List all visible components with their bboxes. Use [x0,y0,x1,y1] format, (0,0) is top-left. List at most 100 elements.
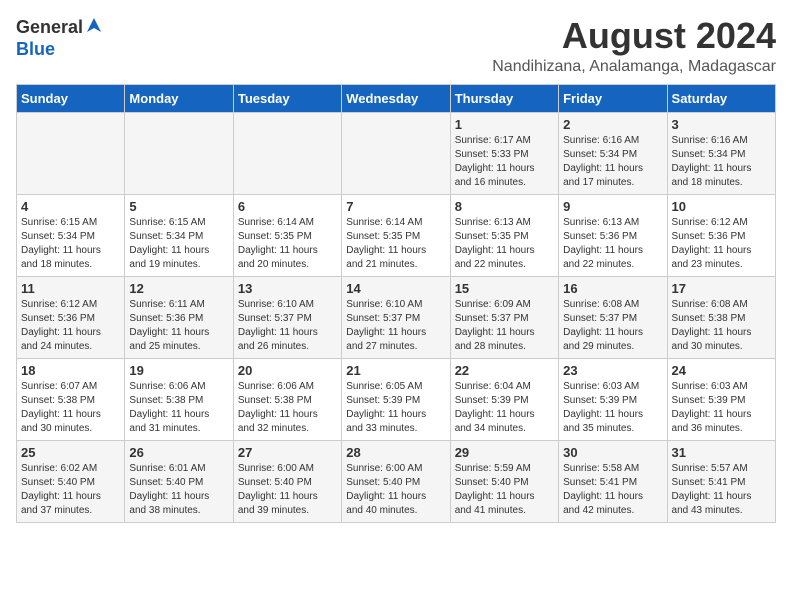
day-info: Sunrise: 6:02 AM Sunset: 5:40 PM Dayligh… [21,462,120,518]
calendar-cell: 22Sunrise: 6:04 AM Sunset: 5:39 PM Dayli… [450,358,558,440]
day-info: Sunrise: 6:12 AM Sunset: 5:36 PM Dayligh… [21,298,120,354]
day-info: Sunrise: 6:03 AM Sunset: 5:39 PM Dayligh… [672,380,771,436]
calendar-table: SundayMondayTuesdayWednesdayThursdayFrid… [16,84,776,523]
header-tuesday: Tuesday [233,84,341,112]
day-number: 4 [21,199,120,214]
day-number: 20 [238,363,337,378]
calendar-cell [125,112,233,194]
calendar-cell: 9 Sunrise: 6:13 AM Sunset: 5:36 PM Daylig… [559,194,667,276]
calendar-cell: 27 Sunrise: 6:00 AM Sunset: 5:40 PM Dayli… [233,440,341,522]
day-info: Sunrise: 6:08 AM Sunset: 5:38 PM Dayligh… [672,298,771,354]
day-info: Sunrise: 6:07 AM Sunset: 5:38 PM Dayligh… [21,380,120,436]
calendar-cell [17,112,125,194]
page-subtitle: Nandihizana, Analamanga, Madagascar [492,58,776,76]
calendar-cell: 4 Sunrise: 6:15 AM Sunset: 5:34 PM Daylig… [17,194,125,276]
day-number: 15 [455,281,554,296]
day-info: Sunrise: 6:01 AM Sunset: 5:40 PM Dayligh… [129,462,228,518]
day-number: 1 [455,117,554,132]
calendar-cell: 15 Sunrise: 6:09 AM Sunset: 5:37 PM Dayli… [450,276,558,358]
calendar-cell: 26 Sunrise: 6:01 AM Sunset: 5:40 PM Dayli… [125,440,233,522]
day-info: Sunrise: 6:11 AM Sunset: 5:36 PM Dayligh… [129,298,228,354]
header-sunday: Sunday [17,84,125,112]
calendar-cell: 5Sunrise: 6:15 AM Sunset: 5:34 PM Daylig… [125,194,233,276]
calendar-header-row: SundayMondayTuesdayWednesdayThursdayFrid… [17,84,776,112]
day-number: 25 [21,445,120,460]
calendar-cell: 7 Sunrise: 6:14 AM Sunset: 5:35 PM Daylig… [342,194,450,276]
day-info: Sunrise: 6:03 AM Sunset: 5:39 PM Dayligh… [563,380,662,436]
day-number: 3 [672,117,771,132]
day-info: Sunrise: 6:16 AM Sunset: 5:34 PM Dayligh… [563,134,662,190]
calendar-cell: 1 Sunrise: 6:17 AM Sunset: 5:33 PM Daylig… [450,112,558,194]
day-info: Sunrise: 6:13 AM Sunset: 5:35 PM Dayligh… [455,216,554,272]
day-number: 5 [129,199,228,214]
header-thursday: Thursday [450,84,558,112]
day-info: Sunrise: 5:57 AM Sunset: 5:41 PM Dayligh… [672,462,771,518]
day-info: Sunrise: 6:05 AM Sunset: 5:39 PM Dayligh… [346,380,445,436]
calendar-cell: 23 Sunrise: 6:03 AM Sunset: 5:39 PM Dayli… [559,358,667,440]
day-number: 21 [346,363,445,378]
day-info: Sunrise: 6:15 AM Sunset: 5:34 PM Dayligh… [21,216,120,272]
logo-general-text: General [16,17,83,38]
day-number: 2 [563,117,662,132]
header-friday: Friday [559,84,667,112]
calendar-cell: 2 Sunrise: 6:16 AM Sunset: 5:34 PM Daylig… [559,112,667,194]
day-info: Sunrise: 6:08 AM Sunset: 5:37 PM Dayligh… [563,298,662,354]
day-info: Sunrise: 6:00 AM Sunset: 5:40 PM Dayligh… [238,462,337,518]
day-number: 23 [563,363,662,378]
calendar-week-row: 1 Sunrise: 6:17 AM Sunset: 5:33 PM Daylig… [17,112,776,194]
calendar-cell [233,112,341,194]
calendar-cell: 21 Sunrise: 6:05 AM Sunset: 5:39 PM Dayli… [342,358,450,440]
day-info: Sunrise: 6:09 AM Sunset: 5:37 PM Dayligh… [455,298,554,354]
day-info: Sunrise: 6:04 AM Sunset: 5:39 PM Dayligh… [455,380,554,436]
calendar-cell: 29 Sunrise: 5:59 AM Sunset: 5:40 PM Dayli… [450,440,558,522]
header-monday: Monday [125,84,233,112]
calendar-cell: 12 Sunrise: 6:11 AM Sunset: 5:36 PM Dayli… [125,276,233,358]
calendar-cell: 10 Sunrise: 6:12 AM Sunset: 5:36 PM Dayli… [667,194,775,276]
day-number: 27 [238,445,337,460]
calendar-cell: 16 Sunrise: 6:08 AM Sunset: 5:37 PM Dayli… [559,276,667,358]
calendar-cell: 13Sunrise: 6:10 AM Sunset: 5:37 PM Dayli… [233,276,341,358]
calendar-week-row: 18 Sunrise: 6:07 AM Sunset: 5:38 PM Dayli… [17,358,776,440]
day-number: 16 [563,281,662,296]
logo-blue-text: Blue [16,39,55,59]
day-info: Sunrise: 6:13 AM Sunset: 5:36 PM Dayligh… [563,216,662,272]
day-number: 28 [346,445,445,460]
day-number: 29 [455,445,554,460]
day-number: 10 [672,199,771,214]
header-saturday: Saturday [667,84,775,112]
header-wednesday: Wednesday [342,84,450,112]
calendar-cell: 14 Sunrise: 6:10 AM Sunset: 5:37 PM Dayli… [342,276,450,358]
day-number: 14 [346,281,445,296]
calendar-cell: 11Sunrise: 6:12 AM Sunset: 5:36 PM Dayli… [17,276,125,358]
day-number: 7 [346,199,445,214]
logo-bird-icon [85,16,103,34]
day-number: 13 [238,281,337,296]
calendar-week-row: 25 Sunrise: 6:02 AM Sunset: 5:40 PM Dayli… [17,440,776,522]
day-info: Sunrise: 6:17 AM Sunset: 5:33 PM Dayligh… [455,134,554,190]
day-number: 8 [455,199,554,214]
day-info: Sunrise: 6:10 AM Sunset: 5:37 PM Dayligh… [346,298,445,354]
day-info: Sunrise: 6:14 AM Sunset: 5:35 PM Dayligh… [238,216,337,272]
logo: General Blue [16,16,105,60]
calendar-cell [342,112,450,194]
day-number: 9 [563,199,662,214]
day-info: Sunrise: 6:14 AM Sunset: 5:35 PM Dayligh… [346,216,445,272]
calendar-cell: 18 Sunrise: 6:07 AM Sunset: 5:38 PM Dayli… [17,358,125,440]
calendar-cell: 31 Sunrise: 5:57 AM Sunset: 5:41 PM Dayli… [667,440,775,522]
day-number: 18 [21,363,120,378]
day-info: Sunrise: 6:12 AM Sunset: 5:36 PM Dayligh… [672,216,771,272]
calendar-cell: 28 Sunrise: 6:00 AM Sunset: 5:40 PM Dayli… [342,440,450,522]
day-number: 26 [129,445,228,460]
day-info: Sunrise: 6:06 AM Sunset: 5:38 PM Dayligh… [129,380,228,436]
calendar-cell: 17Sunrise: 6:08 AM Sunset: 5:38 PM Dayli… [667,276,775,358]
day-info: Sunrise: 6:00 AM Sunset: 5:40 PM Dayligh… [346,462,445,518]
calendar-cell: 19Sunrise: 6:06 AM Sunset: 5:38 PM Dayli… [125,358,233,440]
day-info: Sunrise: 5:58 AM Sunset: 5:41 PM Dayligh… [563,462,662,518]
day-info: Sunrise: 5:59 AM Sunset: 5:40 PM Dayligh… [455,462,554,518]
day-number: 30 [563,445,662,460]
day-number: 12 [129,281,228,296]
calendar-cell: 3Sunrise: 6:16 AM Sunset: 5:34 PM Daylig… [667,112,775,194]
calendar-cell: 25 Sunrise: 6:02 AM Sunset: 5:40 PM Dayli… [17,440,125,522]
day-number: 6 [238,199,337,214]
day-number: 31 [672,445,771,460]
